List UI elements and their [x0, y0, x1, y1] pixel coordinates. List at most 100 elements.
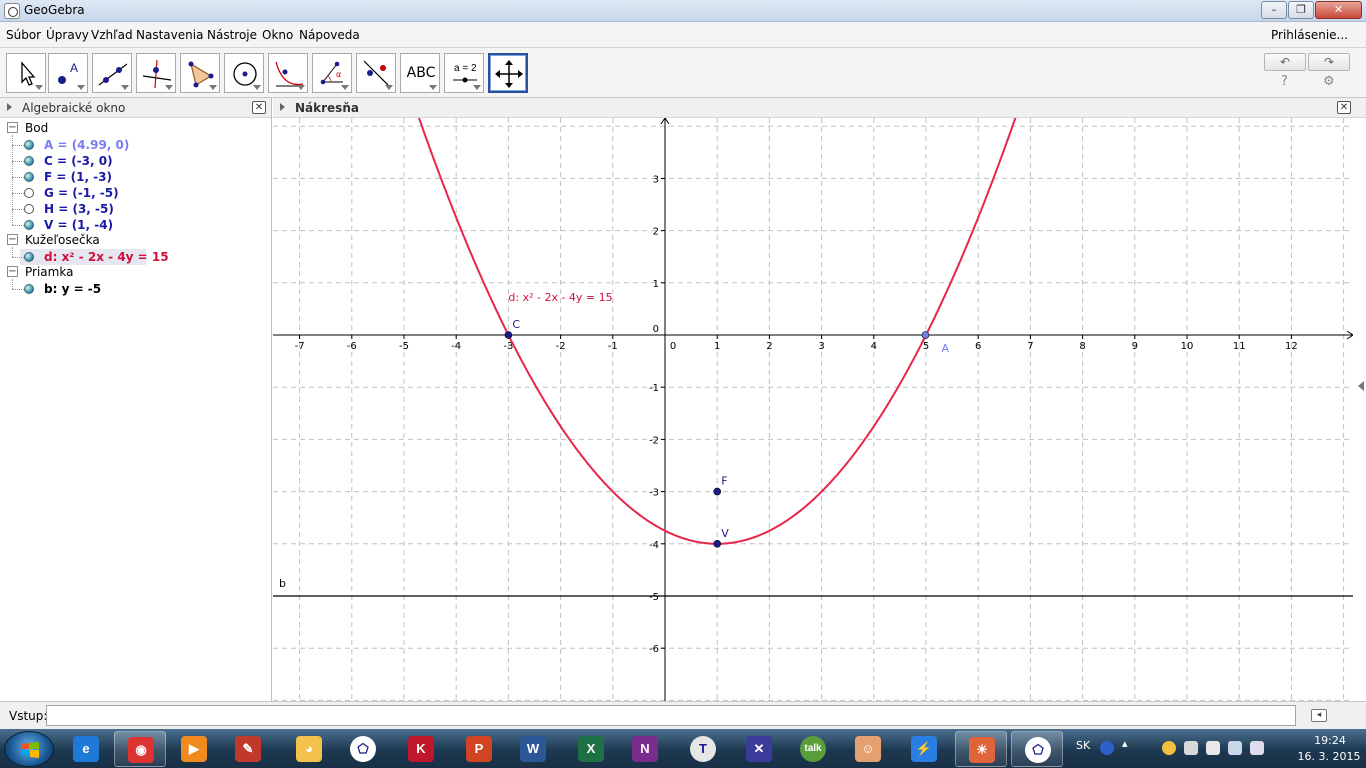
- minimize-button[interactable]: –: [1261, 1, 1287, 19]
- input-help-icon[interactable]: ◂: [1311, 709, 1327, 722]
- algebra-object-row[interactable]: H = (3, -5): [0, 201, 272, 217]
- slider-tool[interactable]: a = 2: [444, 53, 484, 93]
- taskbar-ccleaner-button[interactable]: ✎: [222, 731, 274, 767]
- collapse-minus-icon[interactable]: −: [7, 122, 18, 133]
- show-hidden-icons-icon[interactable]: ▴: [1122, 737, 1130, 751]
- collapse-arrow-icon[interactable]: [280, 103, 285, 111]
- algebra-object-row[interactable]: F = (1, -3): [0, 169, 272, 185]
- y-tick-label: 2: [653, 227, 659, 238]
- menu-window[interactable]: Okno: [262, 28, 293, 42]
- algebra-object-row[interactable]: d: x² - 2x - 4y = 15: [0, 249, 272, 265]
- taskbar-onenote-button[interactable]: N: [619, 731, 671, 767]
- side-panel-handle-icon[interactable]: [1358, 381, 1364, 391]
- visibility-toggle-icon[interactable]: [24, 172, 34, 182]
- visibility-toggle-icon[interactable]: [24, 284, 34, 294]
- collapse-minus-icon[interactable]: −: [7, 234, 18, 245]
- algebra-object-row[interactable]: b: y = -5: [0, 281, 272, 297]
- visibility-toggle-icon[interactable]: [24, 220, 34, 230]
- taskbar-geogebra-pinned-button[interactable]: ⬠: [337, 731, 389, 767]
- algebra-object-row[interactable]: C = (-3, 0): [0, 153, 272, 169]
- graphics-view-header[interactable]: Nákresňa ✕: [273, 98, 1366, 118]
- clock-time[interactable]: 19:24: [1302, 734, 1358, 747]
- action-center-flag-icon[interactable]: [1206, 741, 1220, 755]
- move-tool[interactable]: [6, 53, 46, 93]
- conic-d-label: d: x² - 2x - 4y = 15: [508, 291, 612, 304]
- circle-tool[interactable]: [224, 53, 264, 93]
- paint-tray-icon[interactable]: [1162, 741, 1176, 755]
- point-f: [713, 487, 722, 496]
- move-graphics-view-tool[interactable]: [488, 53, 528, 93]
- windows-taskbar: e ◉ ▶ ✎ ◕ ⬠ K P W X N T ✕ talk ☺ ⚡ ☀ ⬠ SK ▴ 19:24 16. 3. …: [0, 729, 1366, 768]
- algebra-object-label: H = (3, -5): [44, 202, 114, 216]
- algebra-object-row[interactable]: A = (4.99, 0): [0, 137, 272, 153]
- taskbar-word-button[interactable]: W: [507, 731, 559, 767]
- x-tick-label: -2: [556, 341, 566, 352]
- reflect-tool[interactable]: [356, 53, 396, 93]
- undo-button[interactable]: ↶: [1264, 53, 1306, 71]
- collapse-arrow-icon[interactable]: [7, 103, 12, 111]
- menu-help[interactable]: Nápoveda: [299, 28, 360, 42]
- help-tray-icon[interactable]: [1100, 741, 1114, 755]
- text-tool[interactable]: ABC: [400, 53, 440, 93]
- maximize-button[interactable]: ❐: [1288, 1, 1314, 19]
- taskbar-paint-button[interactable]: ◕: [283, 731, 335, 767]
- redo-button[interactable]: ↷: [1308, 53, 1350, 71]
- point-tool[interactable]: A: [48, 53, 88, 93]
- angle-tool[interactable]: α: [312, 53, 352, 93]
- settings-gear-icon[interactable]: ⚙: [1323, 74, 1335, 89]
- visibility-toggle-icon[interactable]: [24, 252, 34, 262]
- algebra-close-icon[interactable]: ✕: [252, 101, 266, 114]
- category-row[interactable]: − Priamka: [0, 265, 272, 281]
- graphics-canvas[interactable]: -7 -6 -5 -4 -3 -2 -1 0 1 2 3 4 5 6 7 8 9 10 11 123210-1-2-3…: [273, 118, 1353, 701]
- algebra-object-row[interactable]: V = (1, -4): [0, 217, 272, 233]
- algebra-view-header[interactable]: Algebraické okno ✕: [0, 98, 271, 118]
- taskbar-kaspersky-button[interactable]: K: [395, 731, 447, 767]
- visibility-toggle-icon[interactable]: [24, 156, 34, 166]
- taskbar-firefox-like-button[interactable]: ☀: [955, 731, 1007, 767]
- point-label: A: [941, 342, 949, 355]
- taskbar-google-talk-button[interactable]: talk: [787, 731, 839, 767]
- language-indicator[interactable]: SK: [1076, 739, 1090, 752]
- taskbar-faces-button[interactable]: ☺: [842, 731, 894, 767]
- algebra-object-row[interactable]: G = (-1, -5): [0, 185, 272, 201]
- vlc-mix-icon: ✕: [746, 736, 772, 762]
- conic-tool[interactable]: [268, 53, 308, 93]
- visibility-toggle-icon[interactable]: [24, 188, 34, 198]
- menu-options[interactable]: Nastavenia: [136, 28, 203, 42]
- taskbar-internet-explorer-button[interactable]: e: [60, 731, 112, 767]
- windows-logo-icon: [21, 742, 39, 758]
- network-icon[interactable]: [1228, 741, 1242, 755]
- menu-file[interactable]: Súbor: [6, 28, 41, 42]
- category-row[interactable]: − Kužeľosečka: [0, 233, 272, 249]
- menu-bar: Súbor Úpravy Vzhľad Nastavenia Nástroje …: [0, 22, 1366, 48]
- login-link[interactable]: Prihlásenie...: [1271, 28, 1348, 42]
- visibility-toggle-icon[interactable]: [24, 140, 34, 150]
- taskbar-media-player-button[interactable]: ▶: [168, 731, 220, 767]
- menu-tools[interactable]: Nástroje: [207, 28, 257, 42]
- perpendicular-line-tool[interactable]: [136, 53, 176, 93]
- help-icon[interactable]: ?: [1281, 74, 1288, 89]
- taskbar-tex-editor-button[interactable]: T: [677, 731, 729, 767]
- start-button[interactable]: [4, 731, 54, 767]
- category-row[interactable]: − Bod: [0, 121, 272, 137]
- taskbar-flashget-button[interactable]: ⚡: [898, 731, 950, 767]
- algebra-view-title: Algebraické okno: [22, 101, 126, 115]
- menu-edit[interactable]: Úpravy: [46, 28, 89, 42]
- close-button[interactable]: ✕: [1315, 1, 1362, 19]
- graphics-close-icon[interactable]: ✕: [1337, 101, 1351, 114]
- clock-date[interactable]: 16. 3. 2015: [1296, 750, 1362, 763]
- google-talk-icon: talk: [800, 736, 826, 762]
- visibility-toggle-icon[interactable]: [24, 204, 34, 214]
- collapse-minus-icon[interactable]: −: [7, 266, 18, 277]
- line-tool[interactable]: [92, 53, 132, 93]
- taskbar-chrome-button[interactable]: ◉: [114, 731, 166, 767]
- taskbar-vlc-mix-button[interactable]: ✕: [733, 731, 785, 767]
- taskbar-geogebra-running-button[interactable]: ⬠: [1011, 731, 1063, 767]
- usb-device-icon[interactable]: [1184, 741, 1198, 755]
- taskbar-excel-button[interactable]: X: [565, 731, 617, 767]
- input-field[interactable]: [46, 705, 1296, 726]
- volume-icon[interactable]: [1250, 741, 1264, 755]
- taskbar-powerpoint-button[interactable]: P: [453, 731, 505, 767]
- polygon-tool[interactable]: [180, 53, 220, 93]
- menu-view[interactable]: Vzhľad: [91, 28, 133, 42]
